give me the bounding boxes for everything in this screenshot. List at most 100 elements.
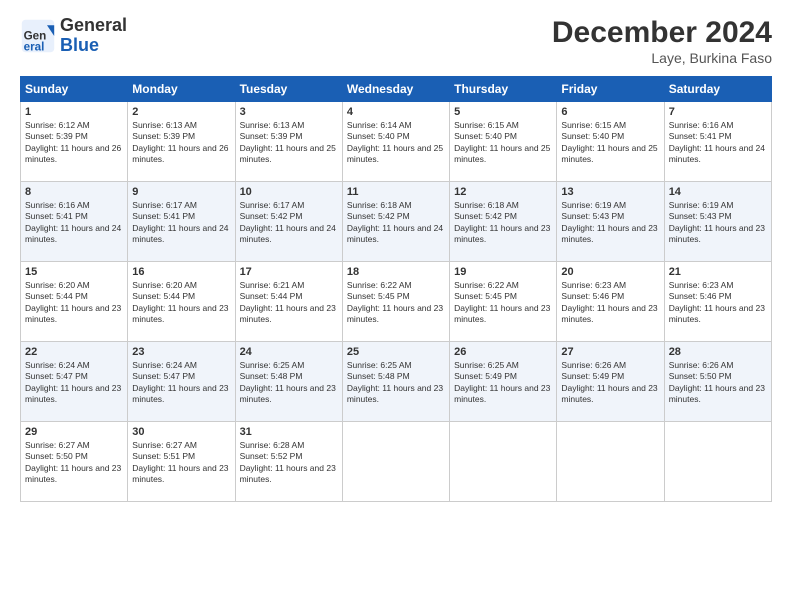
cell-text: Sunrise: 6:15 AMSunset: 5:40 PMDaylight:…: [454, 120, 552, 166]
weekday-header: Tuesday: [235, 77, 342, 102]
calendar-cell: 9 Sunrise: 6:17 AMSunset: 5:41 PMDaylight…: [128, 182, 235, 262]
calendar-cell: 18 Sunrise: 6:22 AMSunset: 5:45 PMDayligh…: [342, 262, 449, 342]
day-number: 18: [347, 266, 445, 278]
cell-text: Sunrise: 6:17 AMSunset: 5:41 PMDaylight:…: [132, 200, 230, 246]
day-number: 25: [347, 346, 445, 358]
day-number: 3: [240, 106, 338, 118]
cell-text: Sunrise: 6:21 AMSunset: 5:44 PMDaylight:…: [240, 280, 338, 326]
day-number: 4: [347, 106, 445, 118]
day-number: 13: [561, 186, 659, 198]
calendar-cell: 14Sunrise: 6:19 AMSunset: 5:43 PMDayligh…: [664, 182, 771, 262]
svg-text:eral: eral: [24, 40, 45, 53]
weekday-header: Saturday: [664, 77, 771, 102]
cell-text: Sunrise: 6:18 AMSunset: 5:42 PMDaylight:…: [454, 200, 552, 246]
month-title: December 2024: [552, 16, 772, 50]
day-number: 20: [561, 266, 659, 278]
calendar-cell: 19Sunrise: 6:22 AMSunset: 5:45 PMDayligh…: [450, 262, 557, 342]
header: Gen eral General Blue December 2024 Laye…: [20, 16, 772, 66]
calendar-cell: 16Sunrise: 6:20 AMSunset: 5:44 PMDayligh…: [128, 262, 235, 342]
calendar-cell: 29 Sunrise: 6:27 AMSunset: 5:50 PMDayligh…: [21, 422, 128, 502]
day-number: 24: [240, 346, 338, 358]
calendar-cell: 26Sunrise: 6:25 AMSunset: 5:49 PMDayligh…: [450, 342, 557, 422]
calendar-cell: 7Sunrise: 6:16 AMSunset: 5:41 PMDaylight…: [664, 102, 771, 182]
calendar-cell: 27Sunrise: 6:26 AMSunset: 5:49 PMDayligh…: [557, 342, 664, 422]
day-number: 6: [561, 106, 659, 118]
calendar-cell: 22Sunrise: 6:24 AMSunset: 5:47 PMDayligh…: [21, 342, 128, 422]
cell-text: Sunrise: 6:15 AMSunset: 5:40 PMDaylight:…: [561, 120, 659, 166]
day-number: 8: [25, 186, 123, 198]
logo-text: General Blue: [60, 16, 127, 56]
weekday-header: Wednesday: [342, 77, 449, 102]
calendar-cell: [557, 422, 664, 502]
cell-text: Sunrise: 6:19 AMSunset: 5:43 PMDaylight:…: [669, 200, 767, 246]
day-number: 11: [347, 186, 445, 198]
day-number: 1: [25, 106, 123, 118]
cell-text: Sunrise: 6:22 AMSunset: 5:45 PMDaylight:…: [347, 280, 445, 326]
cell-text: Sunrise: 6:23 AMSunset: 5:46 PMDaylight:…: [561, 280, 659, 326]
day-number: 2: [132, 106, 230, 118]
calendar-cell: 15 Sunrise: 6:20 AMSunset: 5:44 PMDayligh…: [21, 262, 128, 342]
day-number: 17: [240, 266, 338, 278]
day-number: 10: [240, 186, 338, 198]
cell-text: Sunrise: 6:26 AMSunset: 5:50 PMDaylight:…: [669, 360, 767, 406]
day-number: 21: [669, 266, 767, 278]
page: Gen eral General Blue December 2024 Laye…: [0, 0, 792, 612]
cell-text: Sunrise: 6:25 AMSunset: 5:48 PMDaylight:…: [240, 360, 338, 406]
day-number: 23: [132, 346, 230, 358]
calendar-cell: 20 Sunrise: 6:23 AMSunset: 5:46 PMDayligh…: [557, 262, 664, 342]
cell-text: Sunrise: 6:18 AMSunset: 5:42 PMDaylight:…: [347, 200, 445, 246]
calendar-cell: [450, 422, 557, 502]
calendar-week-row: 1 Sunrise: 6:12 AMSunset: 5:39 PMDaylight…: [21, 102, 772, 182]
calendar-cell: 3 Sunrise: 6:13 AMSunset: 5:39 PMDaylight…: [235, 102, 342, 182]
weekday-header: Thursday: [450, 77, 557, 102]
cell-text: Sunrise: 6:20 AMSunset: 5:44 PMDaylight:…: [25, 280, 123, 326]
day-number: 30: [132, 426, 230, 438]
calendar-cell: 1 Sunrise: 6:12 AMSunset: 5:39 PMDaylight…: [21, 102, 128, 182]
day-number: 15: [25, 266, 123, 278]
logo-icon: Gen eral: [20, 18, 56, 54]
day-number: 22: [25, 346, 123, 358]
calendar: SundayMondayTuesdayWednesdayThursdayFrid…: [20, 76, 772, 502]
calendar-cell: 17 Sunrise: 6:21 AMSunset: 5:44 PMDayligh…: [235, 262, 342, 342]
day-number: 31: [240, 426, 338, 438]
day-number: 29: [25, 426, 123, 438]
cell-text: Sunrise: 6:16 AMSunset: 5:41 PMDaylight:…: [25, 200, 123, 246]
calendar-cell: 31 Sunrise: 6:28 AMSunset: 5:52 PMDayligh…: [235, 422, 342, 502]
calendar-cell: 21 Sunrise: 6:23 AMSunset: 5:46 PMDayligh…: [664, 262, 771, 342]
logo: Gen eral General Blue: [20, 16, 127, 56]
cell-text: Sunrise: 6:12 AMSunset: 5:39 PMDaylight:…: [25, 120, 123, 166]
cell-text: Sunrise: 6:27 AMSunset: 5:50 PMDaylight:…: [25, 440, 123, 486]
weekday-header: Monday: [128, 77, 235, 102]
calendar-week-row: 8 Sunrise: 6:16 AMSunset: 5:41 PMDaylight…: [21, 182, 772, 262]
cell-text: Sunrise: 6:28 AMSunset: 5:52 PMDaylight:…: [240, 440, 338, 486]
calendar-cell: 10 Sunrise: 6:17 AMSunset: 5:42 PMDayligh…: [235, 182, 342, 262]
calendar-cell: 11 Sunrise: 6:18 AMSunset: 5:42 PMDayligh…: [342, 182, 449, 262]
cell-text: Sunrise: 6:17 AMSunset: 5:42 PMDaylight:…: [240, 200, 338, 246]
cell-text: Sunrise: 6:19 AMSunset: 5:43 PMDaylight:…: [561, 200, 659, 246]
calendar-cell: 25Sunrise: 6:25 AMSunset: 5:48 PMDayligh…: [342, 342, 449, 422]
location: Laye, Burkina Faso: [552, 50, 772, 66]
weekday-header: Sunday: [21, 77, 128, 102]
day-number: 28: [669, 346, 767, 358]
calendar-cell: 30 Sunrise: 6:27 AMSunset: 5:51 PMDayligh…: [128, 422, 235, 502]
logo-general: General: [60, 16, 127, 36]
cell-text: Sunrise: 6:22 AMSunset: 5:45 PMDaylight:…: [454, 280, 552, 326]
title-section: December 2024 Laye, Burkina Faso: [552, 16, 772, 66]
cell-text: Sunrise: 6:16 AMSunset: 5:41 PMDaylight:…: [669, 120, 767, 166]
calendar-cell: 28 Sunrise: 6:26 AMSunset: 5:50 PMDayligh…: [664, 342, 771, 422]
weekday-header: Friday: [557, 77, 664, 102]
calendar-cell: 12 Sunrise: 6:18 AMSunset: 5:42 PMDayligh…: [450, 182, 557, 262]
calendar-cell: 8 Sunrise: 6:16 AMSunset: 5:41 PMDaylight…: [21, 182, 128, 262]
calendar-cell: 5 Sunrise: 6:15 AMSunset: 5:40 PMDaylight…: [450, 102, 557, 182]
cell-text: Sunrise: 6:27 AMSunset: 5:51 PMDaylight:…: [132, 440, 230, 486]
day-number: 27: [561, 346, 659, 358]
cell-text: Sunrise: 6:23 AMSunset: 5:46 PMDaylight:…: [669, 280, 767, 326]
cell-text: Sunrise: 6:20 AMSunset: 5:44 PMDaylight:…: [132, 280, 230, 326]
day-number: 12: [454, 186, 552, 198]
day-number: 9: [132, 186, 230, 198]
day-number: 26: [454, 346, 552, 358]
calendar-cell: [342, 422, 449, 502]
cell-text: Sunrise: 6:13 AMSunset: 5:39 PMDaylight:…: [240, 120, 338, 166]
day-number: 5: [454, 106, 552, 118]
weekday-header-row: SundayMondayTuesdayWednesdayThursdayFrid…: [21, 77, 772, 102]
